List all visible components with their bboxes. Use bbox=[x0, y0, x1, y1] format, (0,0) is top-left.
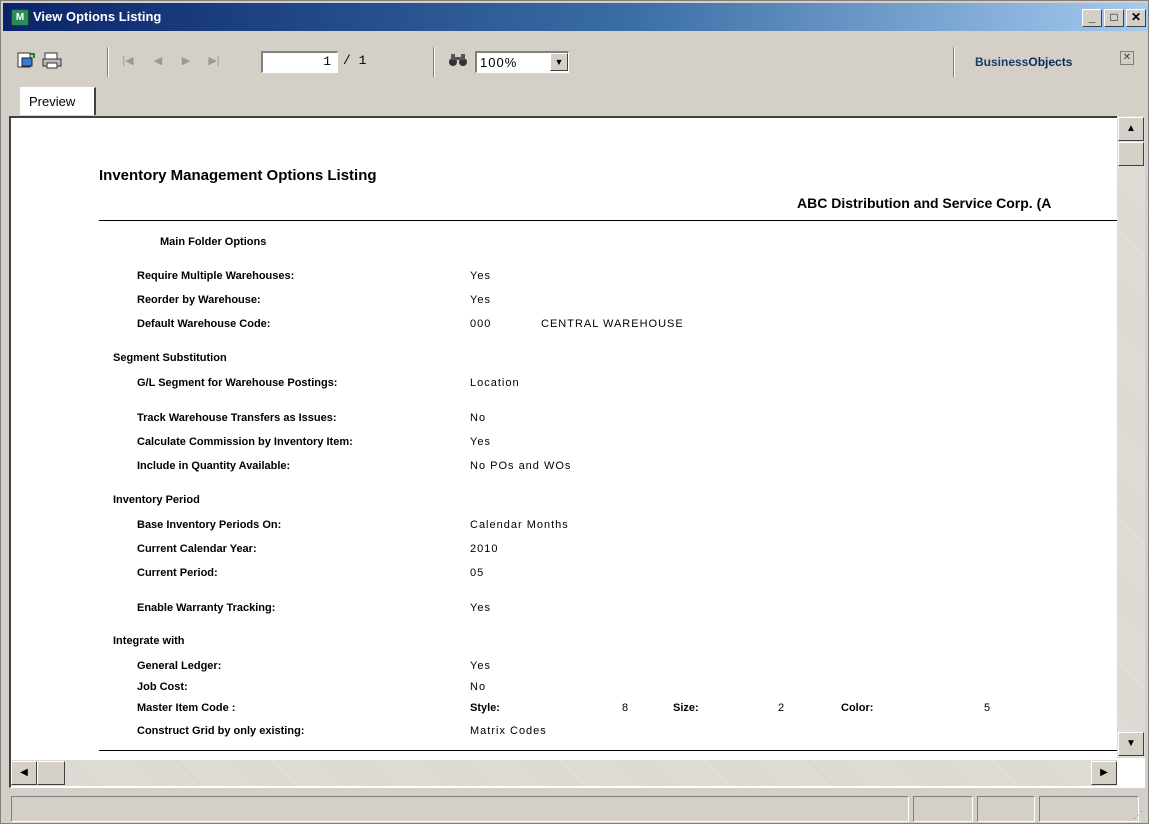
chevron-down-icon[interactable]: ▼ bbox=[550, 53, 568, 71]
label-current-calendar-year: Current Calendar Year: bbox=[137, 543, 257, 555]
value-reorder-by-warehouse: Yes bbox=[470, 294, 491, 306]
label-current-period: Current Period: bbox=[137, 567, 218, 579]
label-construct-grid: Construct Grid by only existing: bbox=[137, 725, 305, 737]
value-base-inventory-periods: Calendar Months bbox=[470, 519, 569, 531]
search-binoculars-icon[interactable] bbox=[447, 51, 469, 71]
value-require-multiple-warehouses: Yes bbox=[470, 270, 491, 282]
zoom-select[interactable]: 100% ▼ bbox=[475, 51, 569, 73]
value-enable-warranty-tracking: Yes bbox=[470, 602, 491, 614]
value-include-quantity-available: No POs and WOs bbox=[470, 460, 572, 472]
section-inventory-period: Inventory Period bbox=[113, 494, 200, 506]
maximize-button[interactable]: □ bbox=[1104, 9, 1124, 27]
zoom-value: 100% bbox=[480, 55, 518, 70]
toolbar-separator bbox=[433, 47, 435, 77]
label-track-warehouse-transfers: Track Warehouse Transfers as Issues: bbox=[137, 412, 337, 424]
value-gl-segment: Location bbox=[470, 377, 520, 389]
previous-page-icon[interactable]: ◀ bbox=[150, 51, 166, 71]
last-page-icon[interactable]: ▶| bbox=[206, 51, 222, 71]
page-total: / 1 bbox=[343, 53, 367, 68]
value-default-warehouse-name: CENTRAL WAREHOUSE bbox=[541, 318, 684, 330]
app-icon: M bbox=[11, 9, 29, 26]
value-default-warehouse-code: 000 bbox=[470, 318, 492, 330]
brand-logo: BusinessObjects bbox=[975, 55, 1073, 69]
value-general-ledger: Yes bbox=[470, 660, 491, 672]
first-page-icon[interactable]: |◀ bbox=[120, 51, 136, 71]
company-name: ABC Distribution and Service Corp. (A bbox=[797, 195, 1052, 211]
value-style: 8 bbox=[622, 702, 630, 714]
label-base-inventory-periods: Base Inventory Periods On: bbox=[137, 519, 282, 531]
label-size: Size: bbox=[673, 702, 699, 714]
status-panel bbox=[1039, 796, 1139, 822]
report-viewer-window: M View Options Listing _ □ ✕ |◀ ◀ ▶ ▶| 1… bbox=[0, 0, 1149, 824]
report-preview-area[interactable]: Inventory Management Options Listing ABC… bbox=[9, 116, 1145, 788]
value-color: 5 bbox=[984, 702, 992, 714]
label-style: Style: bbox=[470, 702, 500, 714]
window-title: View Options Listing bbox=[33, 9, 162, 24]
status-panel bbox=[977, 796, 1035, 822]
toolbar-separator bbox=[107, 47, 109, 77]
label-job-cost: Job Cost: bbox=[137, 681, 188, 693]
export-icon[interactable] bbox=[15, 51, 37, 71]
report-title: Inventory Management Options Listing bbox=[99, 167, 377, 184]
value-job-cost: No bbox=[470, 681, 487, 693]
value-track-warehouse-transfers: No bbox=[470, 412, 487, 424]
label-master-item-code: Master Item Code : bbox=[137, 702, 236, 714]
value-current-period: 05 bbox=[470, 567, 485, 579]
value-calculate-commission: Yes bbox=[470, 436, 491, 448]
footer-divider bbox=[99, 750, 1121, 751]
resize-grip-icon[interactable]: ⋰ bbox=[1133, 810, 1143, 821]
label-default-warehouse-code: Default Warehouse Code: bbox=[137, 318, 271, 330]
horizontal-scrollbar[interactable]: ◀ ▶ bbox=[11, 760, 1117, 786]
horizontal-scroll-thumb[interactable] bbox=[37, 761, 65, 785]
value-size: 2 bbox=[778, 702, 786, 714]
scroll-up-icon[interactable]: ▲ bbox=[1118, 117, 1144, 141]
toolbar: |◀ ◀ ▶ ▶| 1 / 1 100% ▼ BusinessObjects ✕ bbox=[3, 33, 1148, 85]
label-general-ledger: General Ledger: bbox=[137, 660, 222, 672]
next-page-icon[interactable]: ▶ bbox=[178, 51, 194, 71]
label-color: Color: bbox=[841, 702, 874, 714]
section-integrate-with: Integrate with bbox=[113, 635, 185, 647]
vertical-scroll-thumb[interactable] bbox=[1118, 142, 1144, 166]
close-button[interactable]: ✕ bbox=[1126, 9, 1146, 27]
status-panel bbox=[913, 796, 973, 822]
scroll-right-icon[interactable]: ▶ bbox=[1091, 761, 1117, 785]
close-preview-icon[interactable]: ✕ bbox=[1120, 51, 1134, 65]
label-enable-warranty-tracking: Enable Warranty Tracking: bbox=[137, 602, 276, 614]
section-main-folder: Main Folder Options bbox=[160, 236, 267, 248]
label-reorder-by-warehouse: Reorder by Warehouse: bbox=[137, 294, 261, 306]
value-construct-grid: Matrix Codes bbox=[470, 725, 547, 737]
label-require-multiple-warehouses: Require Multiple Warehouses: bbox=[137, 270, 295, 282]
tab-preview[interactable]: Preview bbox=[20, 87, 96, 115]
label-include-quantity-available: Include in Quantity Available: bbox=[137, 460, 291, 472]
value-current-calendar-year: 2010 bbox=[470, 543, 499, 555]
report-page: Inventory Management Options Listing ABC… bbox=[27, 122, 1121, 762]
title-bar[interactable]: M View Options Listing _ □ ✕ bbox=[3, 3, 1148, 31]
status-bar: ⋰ bbox=[3, 796, 1148, 823]
header-divider bbox=[99, 220, 1121, 221]
print-icon[interactable] bbox=[41, 51, 63, 71]
section-segment-substitution: Segment Substitution bbox=[113, 352, 227, 364]
label-calculate-commission: Calculate Commission by Inventory Item: bbox=[137, 436, 353, 448]
tab-preview-label: Preview bbox=[29, 94, 76, 109]
status-panel-main bbox=[11, 796, 909, 822]
scroll-down-icon[interactable]: ▼ bbox=[1118, 732, 1144, 756]
page-number-input[interactable]: 1 bbox=[261, 51, 338, 73]
scroll-left-icon[interactable]: ◀ bbox=[11, 761, 37, 785]
vertical-scrollbar[interactable]: ▲ ▼ bbox=[1117, 116, 1145, 758]
label-gl-segment: G/L Segment for Warehouse Postings: bbox=[137, 377, 338, 389]
toolbar-separator bbox=[953, 47, 955, 77]
minimize-button[interactable]: _ bbox=[1082, 9, 1102, 27]
